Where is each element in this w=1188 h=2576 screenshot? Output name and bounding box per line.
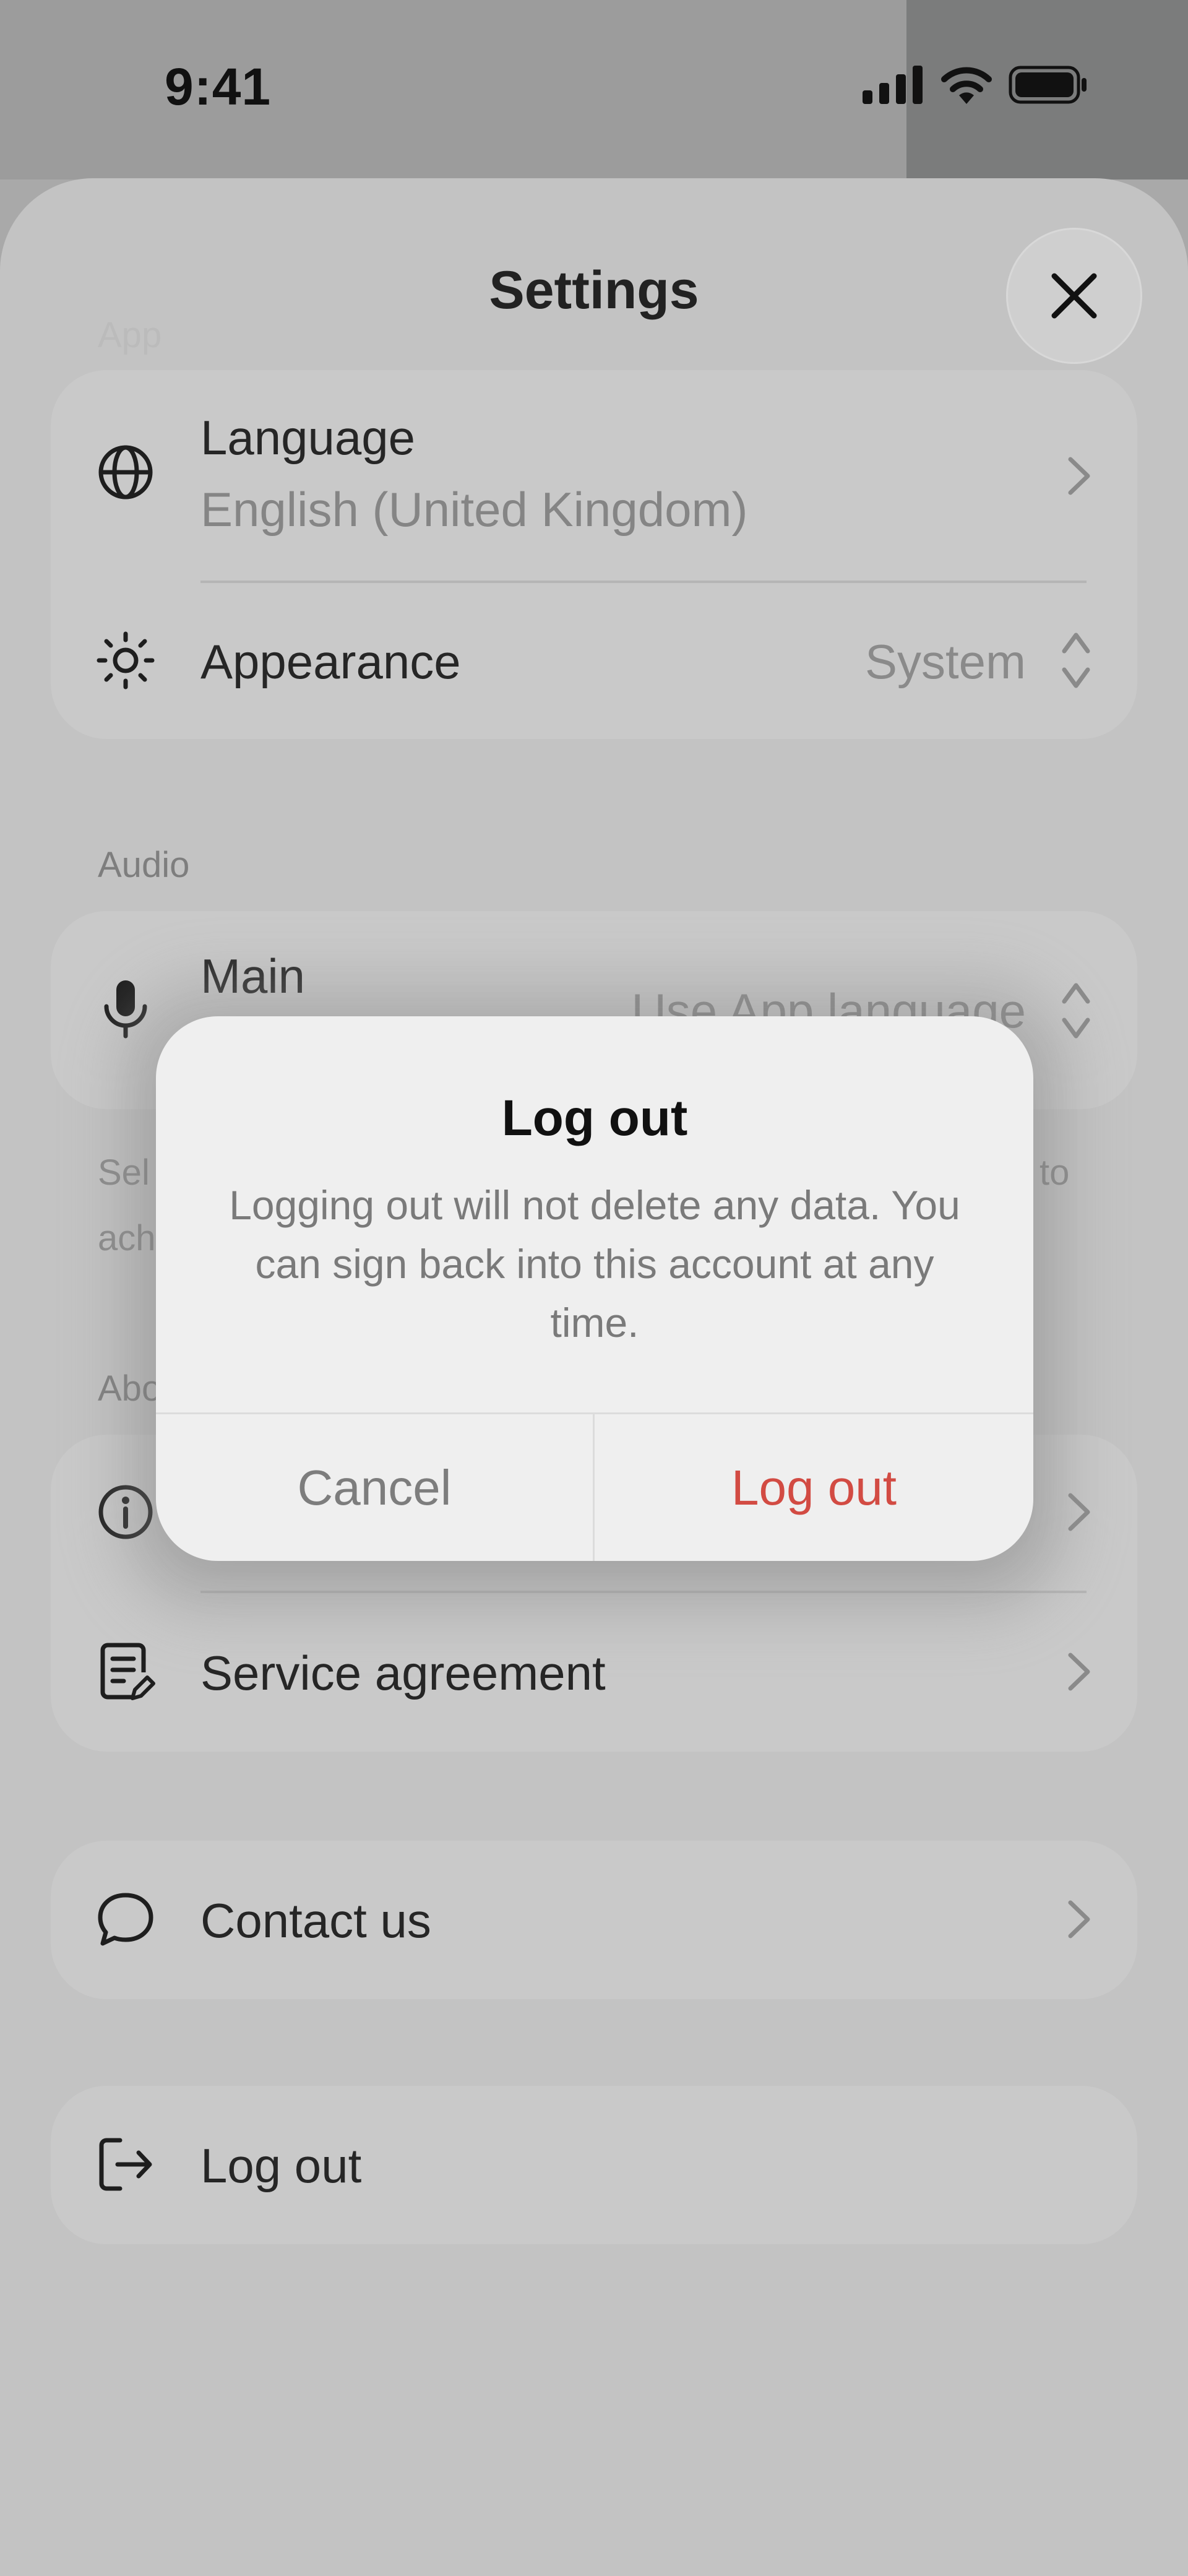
section-label-app: App: [98, 315, 162, 355]
dialog-title: Log out: [501, 1090, 688, 1146]
status-time: 9:41: [165, 58, 272, 116]
confirm-logout-button[interactable]: Log out: [595, 1414, 1033, 1561]
language-row[interactable]: Language English (United Kingdom): [51, 370, 1137, 582]
appearance-label: Appearance: [200, 634, 461, 689]
contact-us-label: Contact us: [200, 1893, 431, 1948]
cellular-signal-icon: [863, 66, 923, 104]
chevron-right-icon: [1068, 457, 1090, 495]
close-icon: [1051, 273, 1097, 319]
status-icons: [863, 66, 1089, 104]
wifi-icon: [941, 67, 992, 104]
language-label: Language: [200, 410, 416, 465]
section-label-audio: Audio: [98, 845, 190, 885]
document-edit-icon: [100, 1643, 155, 1700]
app-settings-card: Language English (United Kingdom) Appear…: [51, 370, 1137, 739]
cancel-button[interactable]: Cancel: [156, 1414, 593, 1561]
logout-label: Log out: [200, 2138, 362, 2193]
logout-icon: [99, 2138, 152, 2191]
logout-dialog: Log out Logging out will not delete any …: [156, 1016, 1033, 1561]
status-bar: 9:41: [0, 0, 1188, 179]
appearance-row[interactable]: Appearance System: [51, 583, 1137, 739]
dialog-message: Logging out will not delete any data. Yo…: [229, 1182, 960, 1346]
language-value: English (United Kingdom): [200, 482, 748, 537]
sun-icon: [97, 631, 155, 689]
service-agreement-label: Service agreement: [200, 1646, 606, 1700]
logout-row[interactable]: Log out: [51, 2086, 1137, 2244]
globe-icon: [98, 445, 153, 499]
contact-card: Contact us: [51, 1841, 1137, 1999]
appearance-value: System: [864, 634, 1026, 689]
chevron-right-icon: [1068, 1900, 1090, 1938]
updown-chevron-icon: [1062, 633, 1090, 688]
battery-icon: [1009, 66, 1087, 104]
logout-card: Log out: [51, 2086, 1137, 2244]
chevron-right-icon: [1068, 1653, 1090, 1691]
contact-us-row[interactable]: Contact us: [51, 1841, 1137, 1999]
chat-bubble-icon: [98, 1893, 153, 1946]
close-button[interactable]: [1006, 228, 1142, 364]
